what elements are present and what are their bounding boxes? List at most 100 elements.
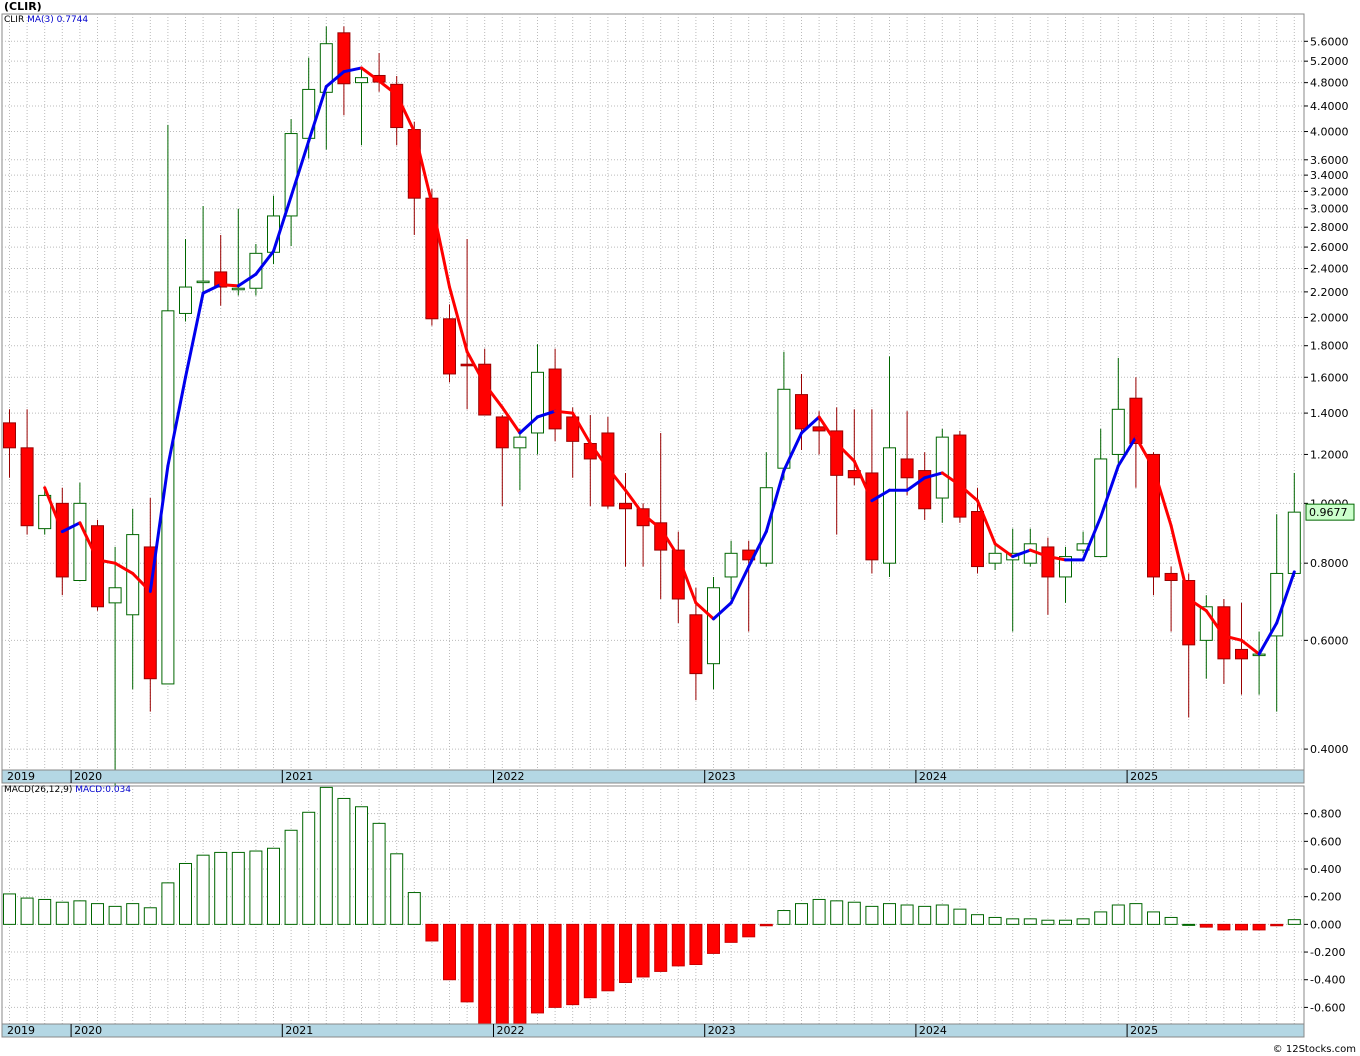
macd-x-tick-label: 2020	[74, 1024, 102, 1037]
macd-bar	[91, 903, 104, 925]
candle-body	[355, 77, 368, 84]
price-y-tick-label: 3.2000	[1310, 185, 1349, 198]
macd-bar	[267, 847, 280, 925]
macd-bar	[759, 923, 773, 927]
candle-body	[777, 388, 791, 469]
price-x-tick-label: 2022	[497, 770, 525, 783]
macd-bar	[689, 923, 703, 965]
candle-body	[1164, 572, 1178, 581]
price-y-tick-label: 4.0000	[1310, 126, 1349, 139]
candle-body	[724, 552, 738, 578]
macd-bar	[1182, 923, 1196, 926]
macd-bar	[971, 914, 984, 925]
price-x-tick-label: 2025	[1130, 770, 1158, 783]
macd-bar	[847, 901, 861, 925]
candle-body	[284, 133, 298, 217]
macd-bar	[619, 923, 632, 983]
macd-bar	[865, 905, 879, 925]
last-price-tag: 0.9677	[1309, 506, 1348, 519]
macd-bar	[742, 923, 756, 938]
macd-bar	[601, 923, 615, 992]
candle-body	[196, 280, 210, 284]
price-legend: CLIR MA(3) 0.7744	[4, 15, 88, 25]
candle-body	[407, 129, 421, 199]
macd-bar	[38, 898, 52, 925]
macd-bar	[812, 898, 826, 925]
macd-y-tick-label: -0.400	[1310, 974, 1345, 987]
candle-body	[1235, 648, 1248, 660]
macd-x-tick-label: 2022	[497, 1024, 525, 1037]
macd-panel: -0.600 -0.400 -0.200 0.000 0.200 0.400 0.600 0.…	[1, 785, 1345, 1038]
macd-bar	[988, 916, 1002, 925]
candle-body	[1182, 579, 1196, 646]
candle-body	[73, 502, 87, 581]
macd-x-tick-label: 2023	[708, 1024, 736, 1037]
macd-bar	[284, 829, 298, 925]
credit-text: © 12Stocks.com	[1272, 1044, 1356, 1055]
candle-body	[689, 614, 703, 675]
candle-body	[1041, 546, 1055, 578]
macd-bar	[671, 923, 685, 967]
macd-y-tick-label: -0.200	[1310, 946, 1345, 959]
candle-body	[988, 552, 1002, 564]
candle-body	[883, 447, 896, 564]
candle-body	[971, 511, 984, 568]
candle-body	[55, 502, 69, 578]
macd-bar	[302, 811, 316, 925]
macd-bar	[495, 923, 509, 1032]
price-y-tick-label: 5.2000	[1310, 55, 1349, 68]
price-y-tick-label: 2.0000	[1310, 311, 1349, 324]
macd-bar	[161, 882, 175, 925]
macd-bar	[460, 923, 474, 1003]
macd-bar	[214, 851, 228, 925]
candle-body	[953, 434, 967, 518]
candle-body	[231, 287, 245, 291]
price-y-tick-label: 3.0000	[1310, 203, 1349, 216]
macd-bar	[918, 905, 932, 925]
macd-bar	[654, 923, 668, 972]
macd-bar	[900, 904, 914, 925]
macd-bar	[777, 910, 791, 925]
candle-body	[513, 436, 527, 449]
candle-body	[759, 487, 773, 564]
candle-body	[812, 426, 826, 432]
price-x-axis-band	[1, 769, 1305, 784]
price-y-tick-label: 4.8000	[1310, 77, 1349, 90]
macd-bar	[1111, 904, 1125, 925]
macd-bar	[883, 903, 896, 925]
price-panel: 0.40000.60000.80001.00001.20001.40001.60…	[1, 13, 1355, 793]
macd-bar	[1287, 919, 1301, 925]
macd-bar	[1270, 923, 1284, 927]
macd-bar	[513, 923, 527, 1026]
macd-bar	[3, 893, 16, 925]
macd-bar	[1235, 923, 1248, 931]
macd-bar	[1252, 923, 1266, 931]
macd-bar	[636, 923, 650, 978]
price-y-tick-label: 2.2000	[1310, 286, 1349, 299]
macd-y-tick-label: 0.600	[1310, 835, 1342, 848]
macd-y-tick-label: 0.200	[1310, 891, 1342, 904]
candle-body	[548, 368, 562, 430]
price-y-tick-label: 1.6000	[1310, 371, 1349, 384]
macd-x-tick-label: 2025	[1130, 1024, 1158, 1037]
macd-bar	[108, 905, 122, 925]
macd-x-tick-label: 2019	[7, 1024, 35, 1037]
macd-bar	[583, 923, 597, 999]
price-y-tick-label: 0.4000	[1310, 743, 1349, 756]
candle-body	[900, 458, 914, 479]
legend-symbol: CLIR	[4, 15, 25, 25]
macd-bar	[196, 854, 210, 925]
macd-bar	[830, 900, 844, 925]
legend-macd-label: MACD(26,12,9)	[4, 785, 73, 795]
price-x-tick-label: 2021	[285, 770, 313, 783]
candle-body	[3, 422, 16, 449]
macd-y-tick-label: 0.800	[1310, 808, 1342, 821]
candle-body	[460, 363, 474, 367]
macd-bar	[179, 862, 192, 925]
macd-bar	[249, 850, 263, 925]
macd-bar	[1041, 919, 1055, 925]
macd-bar	[1023, 918, 1037, 925]
macd-bar	[337, 797, 351, 925]
macd-y-tick-label: 0.000	[1310, 918, 1342, 931]
price-y-tick-label: 1.4000	[1310, 407, 1349, 420]
